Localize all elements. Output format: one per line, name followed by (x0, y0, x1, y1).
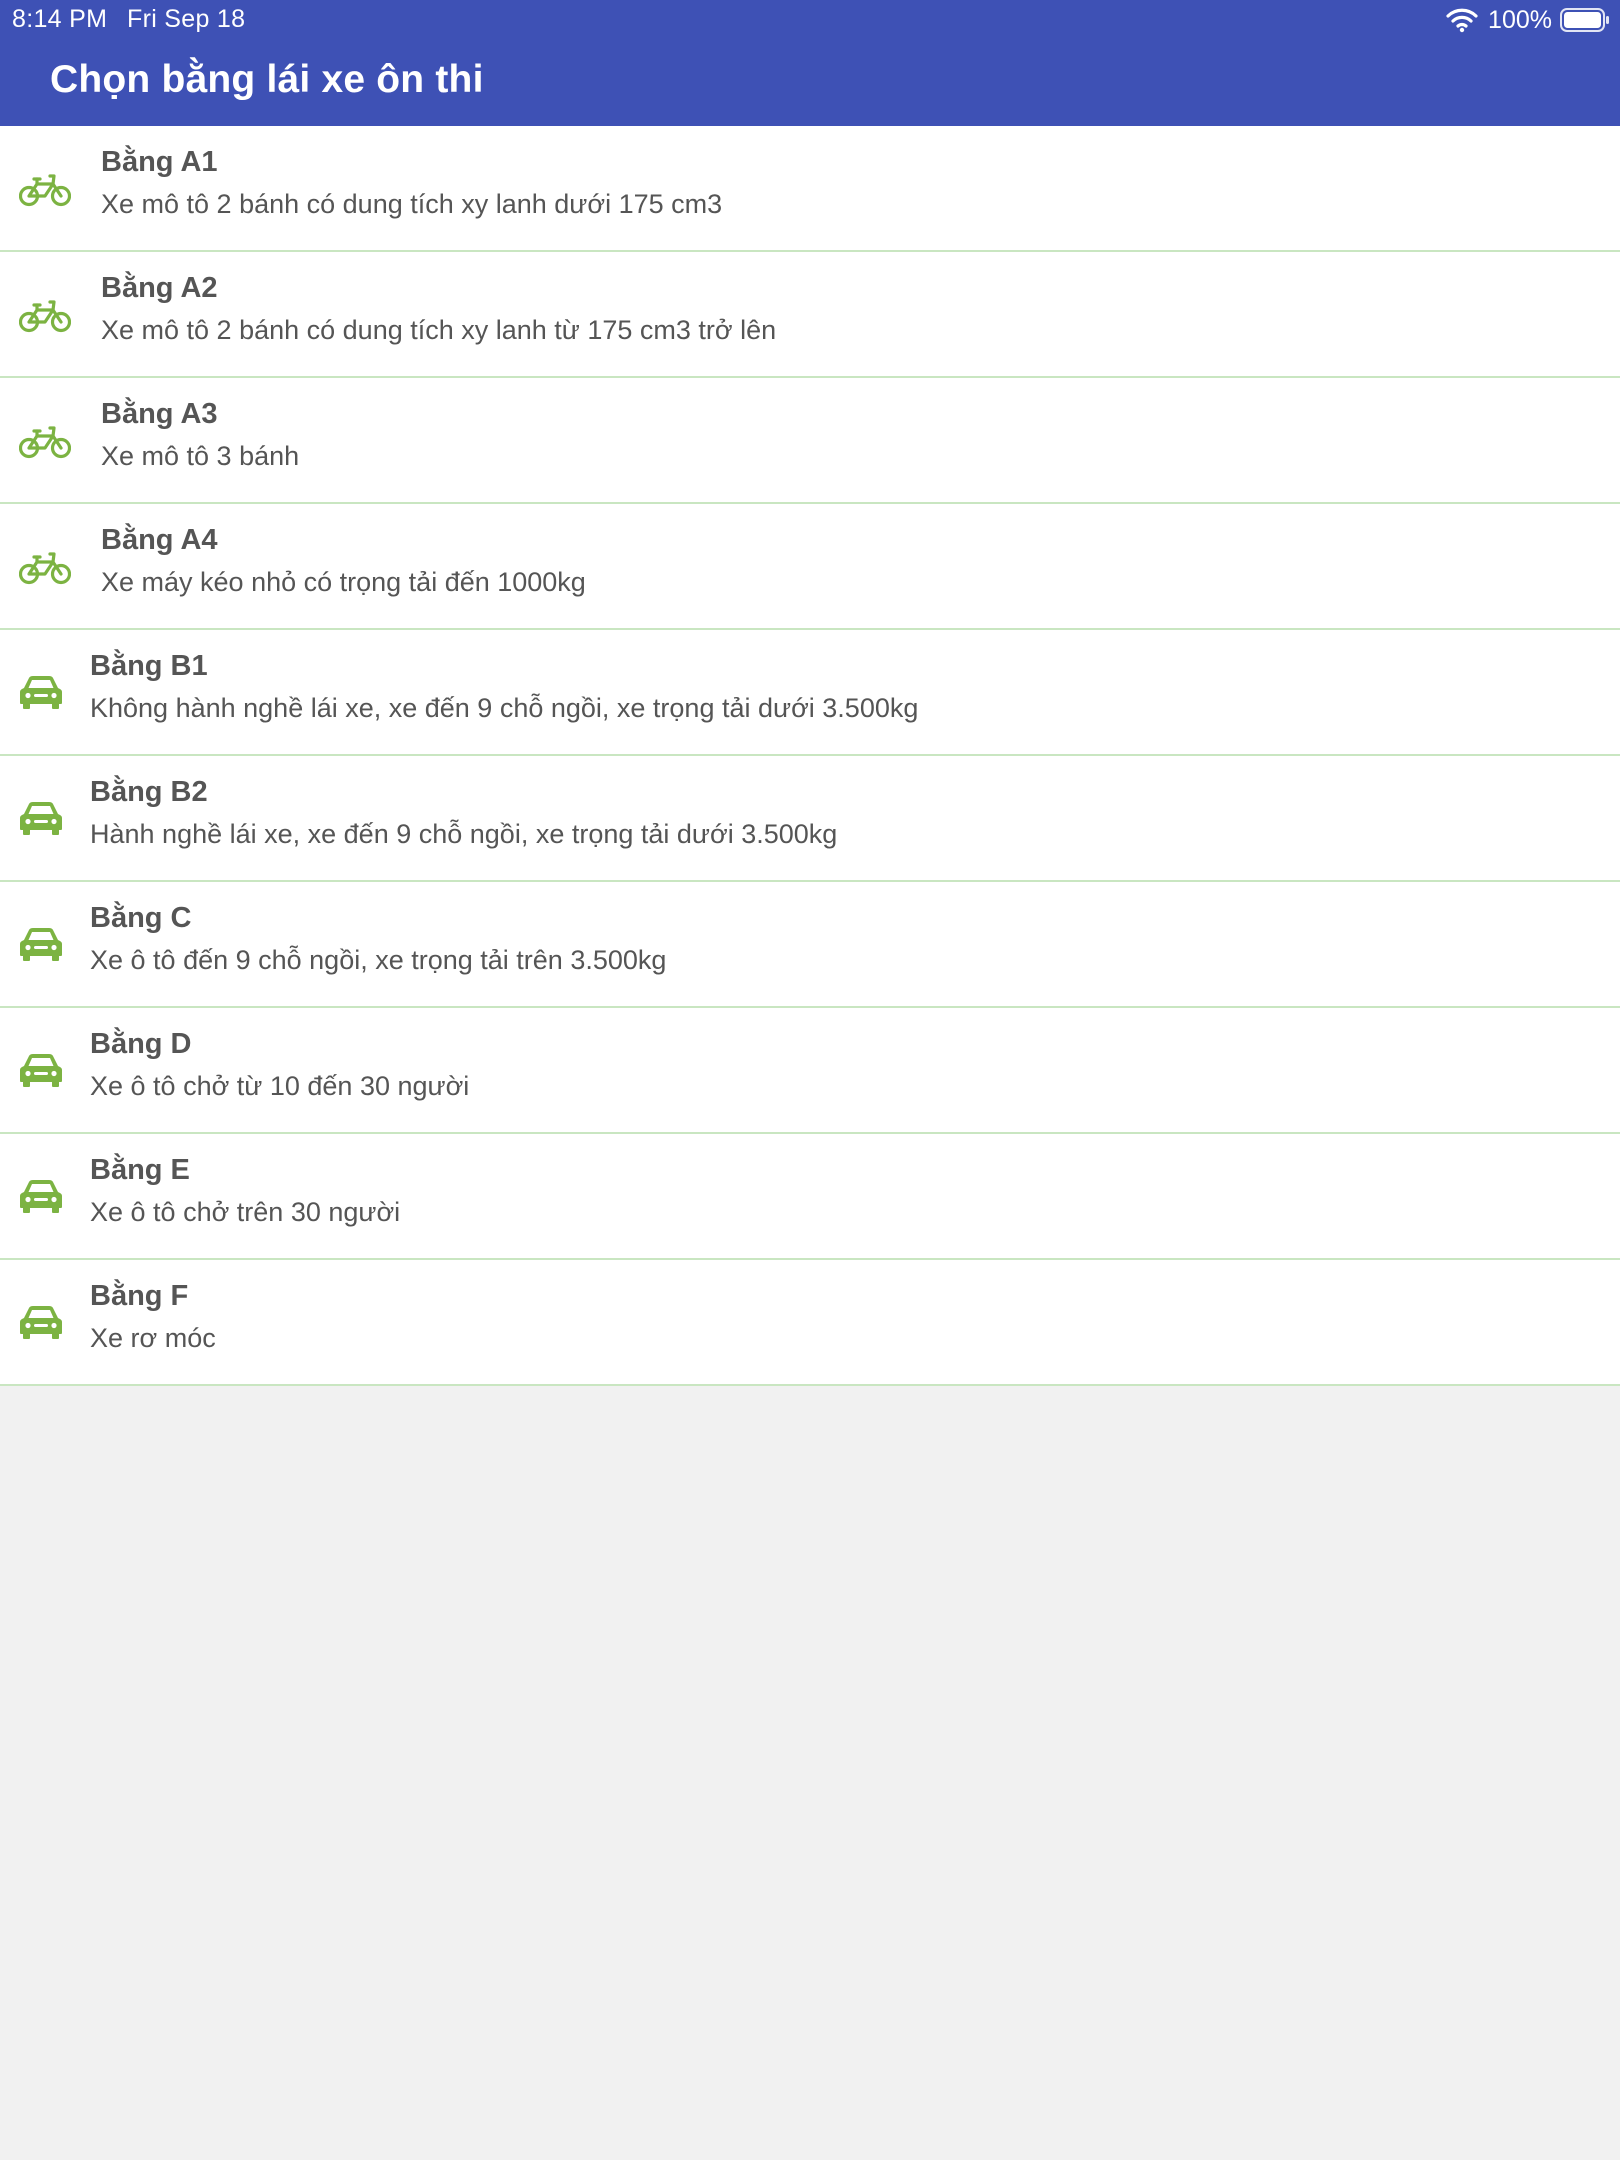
license-title: Bằng B1 (90, 650, 208, 682)
list-item[interactable]: Bằng A1 Xe mô tô 2 bánh có dung tích xy l… (0, 126, 1620, 252)
list-item[interactable]: Bằng F Xe rơ móc (0, 1260, 1620, 1386)
license-description: Xe rơ móc (90, 1323, 216, 1353)
list-item[interactable]: Bằng A4 Xe máy kéo nhỏ có trọng tải đến 1… (0, 504, 1620, 630)
status-date: Fri Sep 18 (127, 5, 246, 33)
license-title: Bằng A1 (101, 146, 218, 178)
car-icon (20, 800, 62, 836)
list-item[interactable]: Bằng A2 Xe mô tô 2 bánh có dung tích xy l… (0, 252, 1620, 378)
bicycle-icon (19, 295, 71, 335)
license-title: Bằng E (90, 1154, 190, 1186)
license-title: Bằng A4 (101, 524, 218, 556)
bicycle-icon (19, 547, 71, 587)
car-icon (20, 1178, 62, 1214)
license-description: Xe máy kéo nhỏ có trọng tải đến 1000kg (101, 567, 586, 597)
license-title: Bằng B2 (90, 776, 208, 808)
license-list: Bằng A1 Xe mô tô 2 bánh có dung tích xy l… (0, 126, 1620, 1386)
list-item[interactable]: Bằng E Xe ô tô chở trên 30 người (0, 1134, 1620, 1260)
license-description: Xe mô tô 3 bánh (101, 441, 300, 471)
bicycle-icon (19, 421, 71, 461)
license-title: Bằng F (90, 1280, 189, 1312)
license-title: Bằng A2 (101, 272, 218, 304)
battery-percentage: 100% (1488, 5, 1552, 34)
bicycle-icon (19, 169, 71, 209)
status-indicators: 100% (1446, 4, 1610, 36)
battery-icon (1560, 8, 1609, 32)
license-title: Bằng A3 (101, 398, 218, 430)
list-item[interactable]: Bằng B2 Hành nghề lái xe, xe đến 9 chỗ ng… (0, 756, 1620, 882)
license-title: Bằng D (90, 1028, 192, 1060)
license-description: Xe mô tô 2 bánh có dung tích xy lanh từ … (101, 315, 777, 345)
list-item[interactable]: Bằng B1 Không hành nghề lái xe, xe đến 9 … (0, 630, 1620, 756)
status-time: 8:14 PM (12, 5, 108, 33)
car-icon (20, 926, 62, 962)
car-icon (20, 1052, 62, 1088)
license-description: Không hành nghề lái xe, xe đến 9 chỗ ngồ… (90, 693, 919, 723)
list-item[interactable]: Bằng C Xe ô tô đến 9 chỗ ngồi, xe trọng t… (0, 882, 1620, 1008)
list-item[interactable]: Bằng D Xe ô tô chở từ 10 đến 30 người (0, 1008, 1620, 1134)
license-title: Bằng C (90, 902, 192, 934)
license-description: Xe ô tô chở trên 30 người (90, 1197, 401, 1227)
wifi-icon (1446, 8, 1478, 33)
app-header: 8:14 PM Fri Sep 18 100% Chọn bằng lái xe… (0, 0, 1620, 126)
car-icon (20, 1304, 62, 1340)
list-item[interactable]: Bằng A3 Xe mô tô 3 bánh (0, 378, 1620, 504)
page-title: Chọn bằng lái xe ôn thi (50, 58, 484, 101)
license-description: Xe ô tô chở từ 10 đến 30 người (90, 1071, 470, 1101)
license-description: Hành nghề lái xe, xe đến 9 chỗ ngồi, xe … (90, 819, 838, 849)
car-icon (20, 674, 62, 710)
license-description: Xe ô tô đến 9 chỗ ngồi, xe trọng tải trê… (90, 945, 667, 975)
status-bar: 8:14 PM Fri Sep 18 100% (0, 0, 1620, 40)
license-description: Xe mô tô 2 bánh có dung tích xy lanh dướ… (101, 189, 723, 219)
